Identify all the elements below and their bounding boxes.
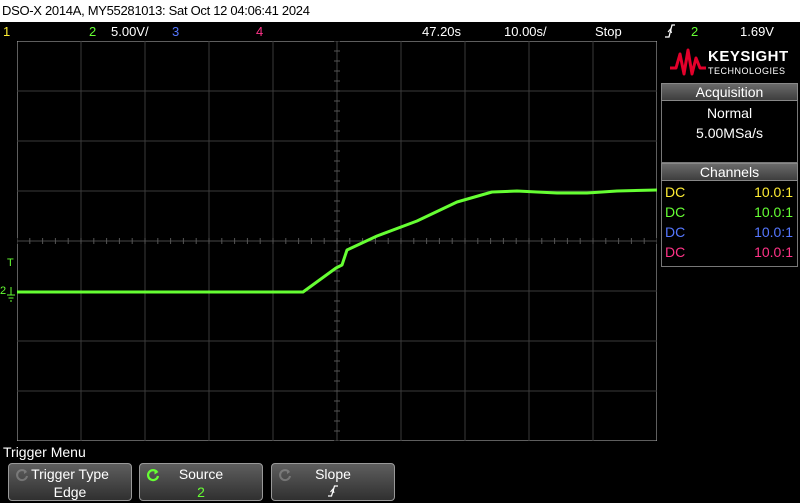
acquisition-header[interactable]: Acquisition <box>661 83 798 101</box>
channel-4-indicator[interactable]: 4 <box>256 22 263 41</box>
channel-3-coupling: DC <box>665 224 686 240</box>
channel-2-scale: 5.00V/ <box>111 24 149 39</box>
channel-1-indicator[interactable]: 1 <box>3 22 10 41</box>
ground-icon <box>7 287 15 302</box>
trigger-position: 47.20s <box>422 24 462 39</box>
channel-row-1[interactable]: DC 10.0:1 <box>662 182 797 202</box>
rising-edge-icon <box>272 483 394 503</box>
trigger-level-marker[interactable]: T <box>7 257 14 269</box>
channels-panel: DC 10.0:1 DC 10.0:1 DC 10.0:1 DC 10.0:1 <box>661 181 798 267</box>
trigger-level: 1.69V <box>740 24 774 39</box>
channel-1-probe: 10.0:1 <box>754 184 793 200</box>
brand-sub: TECHNOLOGIES <box>708 66 786 76</box>
acquisition-mode: Normal <box>706 105 753 121</box>
brand-name: KEYSIGHT <box>708 48 789 65</box>
channel-3-probe: 10.0:1 <box>754 224 793 240</box>
channel-4-probe: 10.0:1 <box>754 244 793 260</box>
softkey-source[interactable]: Source 2 <box>139 463 263 501</box>
waveform-display[interactable] <box>17 41 657 441</box>
window-title: DSO-X 2014A, MY55281013: Sat Oct 12 04:0… <box>0 0 800 22</box>
channel-3-indicator[interactable]: 3 <box>172 22 179 41</box>
run-state: Stop <box>595 24 622 39</box>
softkey-slope-label: Slope <box>315 466 351 482</box>
sample-rate: 5.00MSa/s <box>696 125 763 141</box>
keysight-wave-icon <box>670 48 706 76</box>
softkey-slope[interactable]: Slope <box>271 463 395 501</box>
keysight-logo: KEYSIGHT TECHNOLOGIES <box>660 44 796 80</box>
channel-row-2[interactable]: DC 10.0:1 <box>662 202 797 222</box>
channel-row-3[interactable]: DC 10.0:1 <box>662 222 797 242</box>
timebase-scale: 10.00s/ <box>504 24 547 39</box>
menu-title: Trigger Menu <box>3 444 86 460</box>
rising-edge-icon <box>664 22 676 45</box>
channel-row-4[interactable]: DC 10.0:1 <box>662 242 797 262</box>
softkey-trigger-type[interactable]: Trigger Type Edge <box>8 463 132 501</box>
softkey-source-value: 2 <box>197 484 205 500</box>
channel-2-indicator[interactable]: 2 <box>89 22 96 41</box>
softkey-source-label: Source <box>178 466 224 482</box>
softkey-trigger-type-label: Trigger Type <box>31 466 109 482</box>
trigger-source: 2 <box>691 24 699 39</box>
channel-4-coupling: DC <box>665 244 686 260</box>
status-bar: 1 2 5.00V/ 3 4 47.20s 10.00s/ Stop 2 1.6… <box>0 22 800 41</box>
channel-2-coupling: DC <box>665 204 686 220</box>
channels-header[interactable]: Channels <box>661 163 798 181</box>
channel-1-coupling: DC <box>665 184 686 200</box>
softkey-trigger-type-value: Edge <box>53 484 87 500</box>
channel-2-probe: 10.0:1 <box>754 204 793 220</box>
acquisition-panel: Normal 5.00MSa/s <box>661 101 798 163</box>
